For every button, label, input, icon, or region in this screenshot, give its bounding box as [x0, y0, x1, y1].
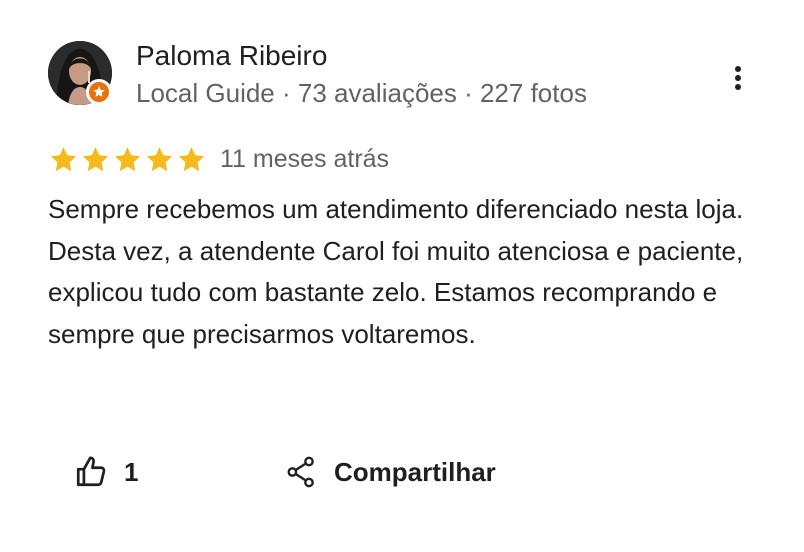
star-icon — [114, 146, 141, 171]
more-options-button[interactable] — [722, 58, 754, 98]
star-rating — [48, 143, 207, 175]
star-icon — [82, 146, 109, 171]
reviewer-meta[interactable]: Local Guide · 73 avaliações · 227 fotos — [136, 76, 587, 110]
local-guide-badge-icon — [86, 79, 112, 105]
star-icon — [146, 146, 173, 171]
more-vert-icon — [735, 66, 741, 90]
star-icon — [50, 146, 77, 171]
share-icon — [287, 456, 314, 488]
reviewer-name[interactable]: Paloma Ribeiro — [136, 38, 327, 74]
like-button[interactable]: 1 — [64, 448, 148, 496]
review-date: 11 meses atrás — [220, 145, 390, 173]
star-icon — [178, 146, 205, 171]
like-count: 1 — [124, 456, 139, 487]
share-label: Compartilhar — [334, 456, 496, 487]
review-text: Sempre recebemos um atendimento diferenc… — [48, 194, 744, 349]
reviewer-avatar[interactable] — [48, 41, 112, 105]
share-button[interactable]: Compartilhar — [276, 448, 506, 496]
thumb-up-icon — [76, 456, 106, 487]
